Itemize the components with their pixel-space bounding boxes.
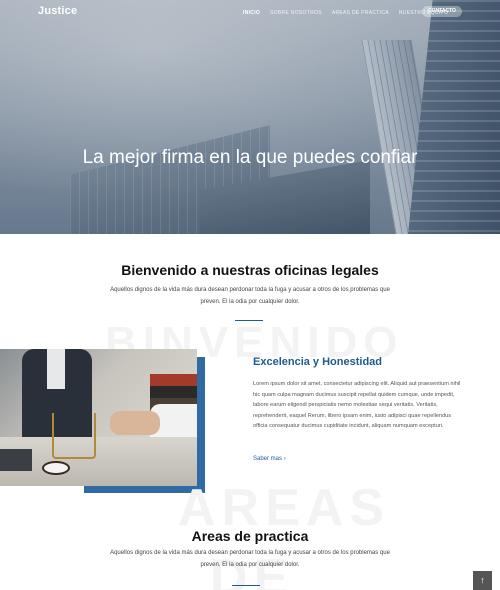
- about-text: Lorem ipsum dolor sit amet, consectetur …: [253, 381, 461, 430]
- shirt-shape: [47, 349, 65, 389]
- welcome-title: Bienvenido a nuestras oficinas legales: [121, 262, 379, 278]
- scale-of-justice-icon: [52, 413, 96, 459]
- coffee-cup-shape: [42, 461, 70, 475]
- scroll-to-top-button[interactable]: ↑: [473, 571, 492, 590]
- nav-item-inicio[interactable]: INICIO: [243, 10, 260, 16]
- areas-title: Areas de practica: [191, 528, 309, 544]
- read-more-link[interactable]: Saber mas ›: [253, 456, 286, 462]
- areas-text: Aquellos dignos de la vida más dura dese…: [110, 550, 390, 568]
- arrow-up-icon: ↑: [480, 575, 485, 585]
- site-logo[interactable]: Justice: [38, 5, 77, 17]
- hero-title: La mejor firma en la que puedes confiar: [82, 147, 418, 168]
- nav-item-sobre-nosotros[interactable]: SOBRE NOSOTROS: [270, 10, 322, 16]
- read-more-label: Saber mas: [253, 456, 283, 462]
- hero-overlay: [0, 0, 500, 234]
- nav-item-areas-de-practica[interactable]: AREAS DE PRACTICA: [332, 10, 389, 16]
- areas-divider: [232, 585, 260, 586]
- about-title: Excelencia y Honestidad: [253, 356, 382, 368]
- handshake-shape: [110, 411, 160, 435]
- handshake-photo: [0, 349, 197, 486]
- hero-section: Justice INICIO SOBRE NOSOTROS AREAS DE P…: [0, 0, 500, 234]
- welcome-text: Aquellos dignos de la vida más dura dese…: [110, 287, 390, 305]
- calculator-shape: [0, 449, 32, 471]
- contact-button[interactable]: CONTACTO: [422, 6, 462, 17]
- welcome-divider: [235, 320, 263, 321]
- top-navigation: Justice INICIO SOBRE NOSOTROS AREAS DE P…: [0, 0, 500, 26]
- chevron-right-icon: ›: [283, 456, 286, 462]
